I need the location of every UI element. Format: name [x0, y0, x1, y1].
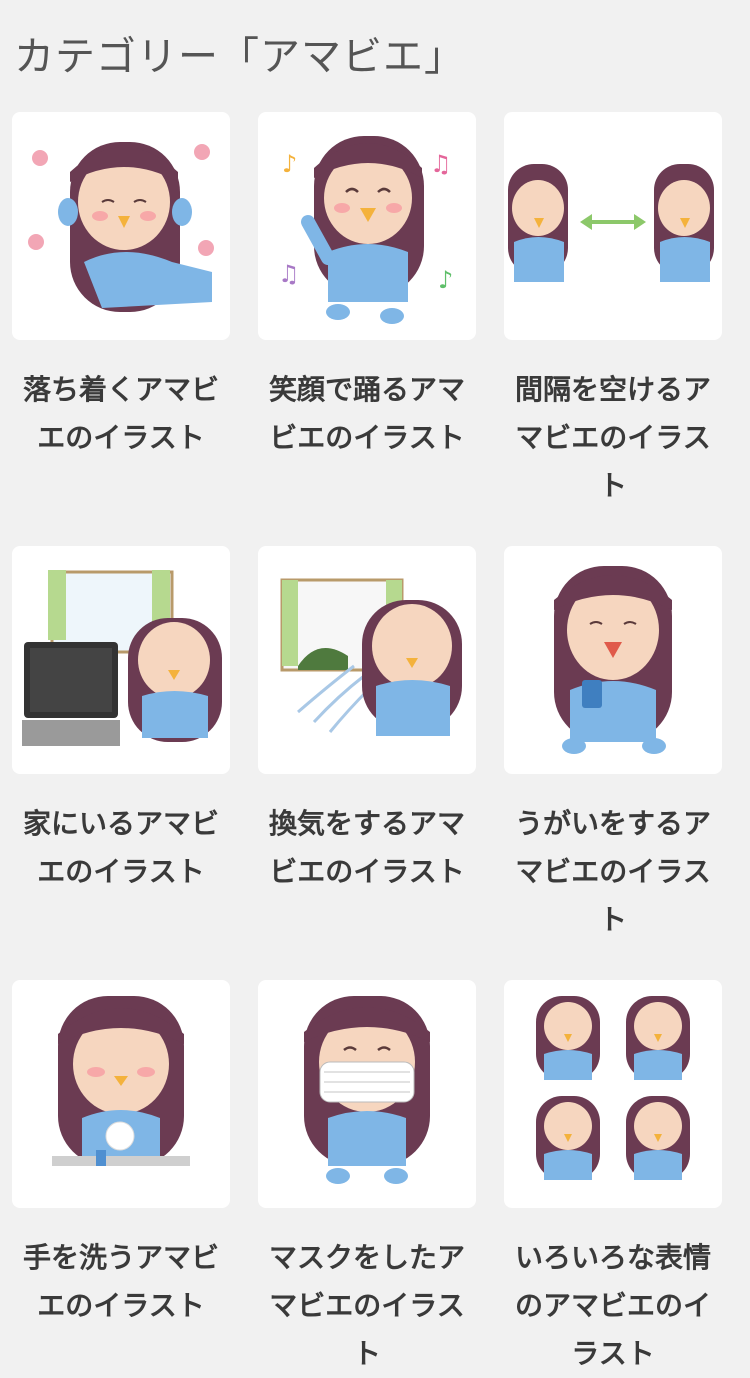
amabie-distancing-icon [508, 164, 714, 282]
illustration-card[interactable]: 手を洗うアマビエのイラスト [12, 980, 232, 1330]
illustration-caption[interactable]: マスクをしたアマビエのイラスト [258, 1234, 476, 1378]
illustration-card[interactable]: 間隔を空けるアマビエのイラスト [504, 112, 724, 510]
amabie-dancing-icon: ♪ ♫ ♫ ♪ [278, 136, 453, 324]
illustration-caption[interactable]: 換気をするアマビエのイラスト [258, 800, 476, 896]
amabie-relaxing-icon [28, 142, 214, 312]
illustration-thumbnail[interactable] [504, 112, 722, 340]
illustration-card[interactable]: 換気をするアマビエのイラスト [258, 546, 478, 896]
amabie-expressions-icon [536, 996, 690, 1180]
amabie-ventilation-icon [280, 578, 462, 736]
illustration-caption[interactable]: 家にいるアマビエのイラスト [12, 800, 230, 896]
illustration-thumbnail[interactable] [12, 112, 230, 340]
svg-text:♪: ♪ [438, 266, 453, 294]
illustration-thumbnail[interactable] [504, 980, 722, 1208]
illustration-caption[interactable]: うがいをするアマビエのイラスト [504, 800, 722, 944]
illustration-card[interactable]: うがいをするアマビエのイラスト [504, 546, 724, 944]
illustration-caption[interactable]: 間隔を空けるアマビエのイラスト [504, 366, 722, 510]
svg-text:♪: ♪ [282, 150, 297, 178]
illustration-thumbnail[interactable] [504, 546, 722, 774]
illustration-thumbnail[interactable]: ♪ ♫ ♫ ♪ [258, 112, 476, 340]
amabie-home-icon [22, 570, 222, 746]
illustration-caption[interactable]: 手を洗うアマビエのイラスト [12, 1234, 230, 1330]
svg-text:♫: ♫ [278, 260, 300, 288]
amabie-handwashing-icon [52, 996, 190, 1166]
illustration-grid: 落ち着くアマビエのイラスト ♪ ♫ ♫ ♪ 笑顔で踊るアマビエのイラスト 間隔を… [0, 0, 750, 1370]
illustration-caption[interactable]: 落ち着くアマビエのイラスト [12, 366, 230, 462]
illustration-thumbnail[interactable] [12, 980, 230, 1208]
illustration-thumbnail[interactable] [258, 546, 476, 774]
illustration-caption[interactable]: いろいろな表情のアマビエのイラスト [504, 1234, 722, 1378]
amabie-mask-icon [304, 996, 430, 1184]
illustration-card[interactable]: マスクをしたアマビエのイラスト [258, 980, 478, 1378]
illustration-card[interactable]: いろいろな表情のアマビエのイラスト [504, 980, 724, 1378]
illustration-card[interactable]: ♪ ♫ ♫ ♪ 笑顔で踊るアマビエのイラスト [258, 112, 478, 462]
illustration-caption[interactable]: 笑顔で踊るアマビエのイラスト [258, 366, 476, 462]
illustration-thumbnail[interactable] [12, 546, 230, 774]
illustration-thumbnail[interactable] [258, 980, 476, 1208]
illustration-card[interactable]: 落ち着くアマビエのイラスト [12, 112, 232, 462]
amabie-gargling-icon [554, 566, 672, 754]
illustration-card[interactable]: 家にいるアマビエのイラスト [12, 546, 232, 896]
svg-text:♫: ♫ [430, 150, 452, 178]
